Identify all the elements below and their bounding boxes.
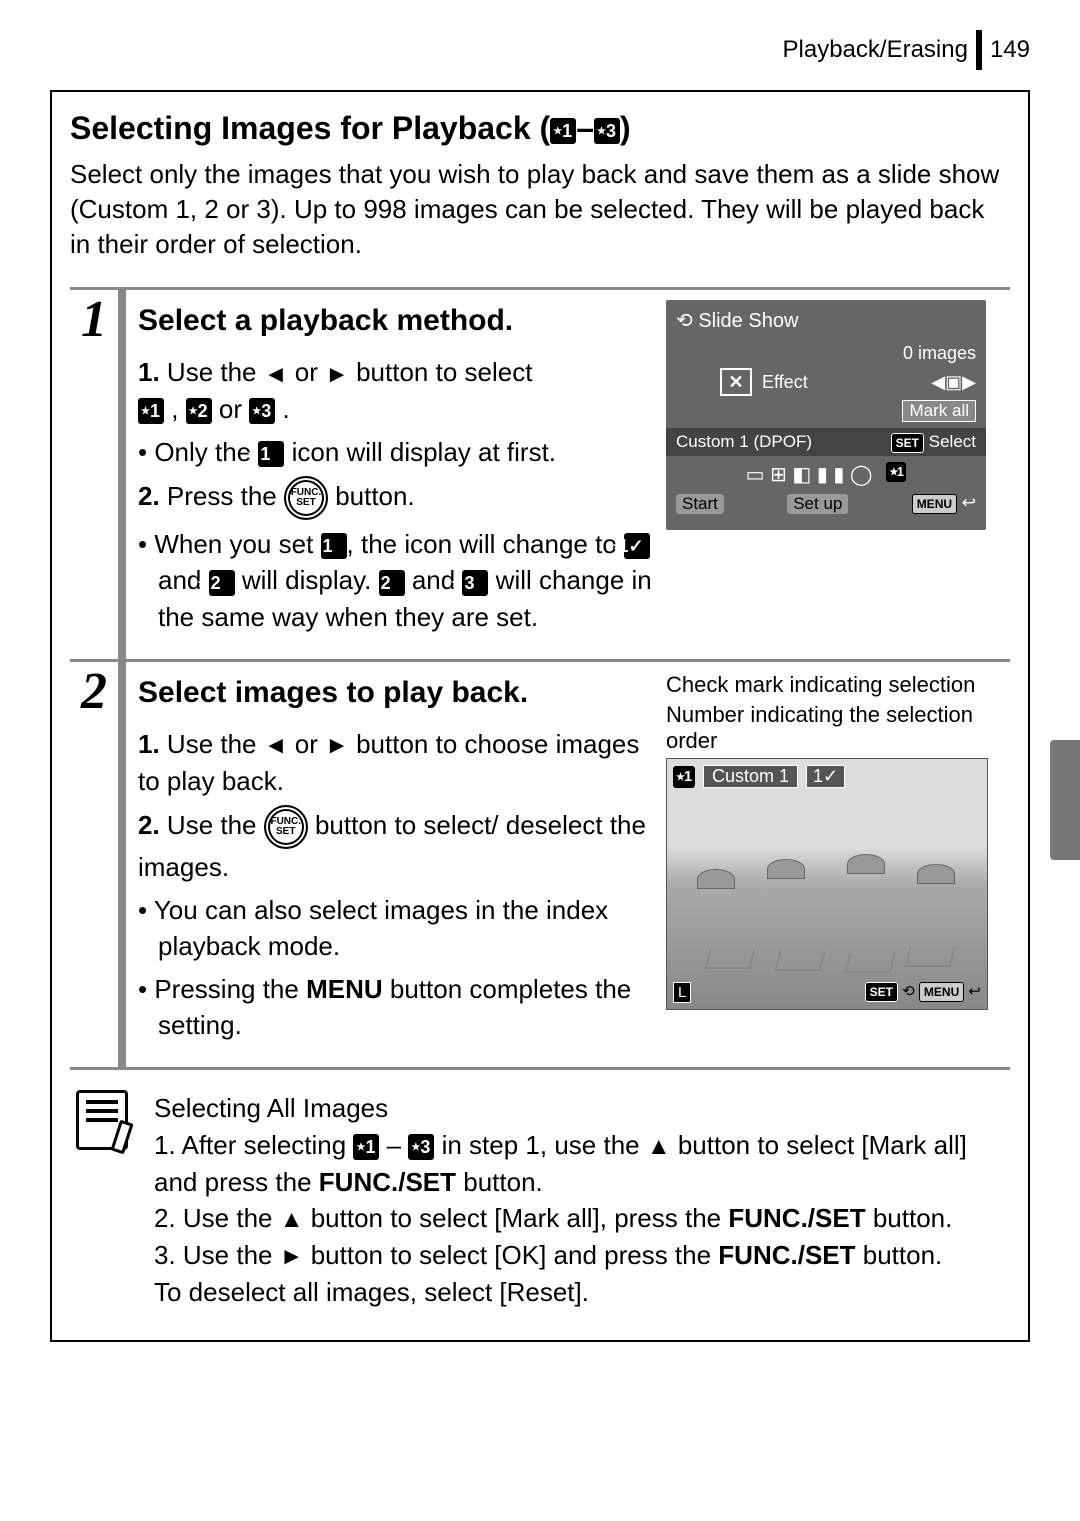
star3-icon: 3 (594, 118, 620, 144)
star1-icon: 1 (258, 441, 284, 467)
step-2: 2 Select images to play back. 1. Use the… (70, 659, 1010, 1067)
page: Playback/Erasing 149 Selecting Images fo… (0, 0, 1080, 1392)
step2-illustration: Check mark indicating selection Number i… (666, 672, 1006, 1049)
star1-icon: 1 (886, 462, 906, 482)
step2-bullet2: • Pressing the MENU button completes the… (138, 971, 656, 1044)
setup-button: Set up (787, 494, 848, 514)
content-box: Selecting Images for Playback (1–3) Sele… (50, 90, 1030, 1342)
step-1-text: Select a playback method. 1. Use the ◄ o… (138, 300, 656, 641)
screen-title: Slide Show (698, 310, 798, 332)
section-label: Playback/Erasing (783, 36, 968, 64)
menu-badge: MENU (912, 494, 957, 514)
step1-bullet2: • When you set 1, the icon will change t… (138, 526, 656, 635)
step1-bullet1: • Only the 1 icon will display at first. (138, 434, 656, 470)
set-badge: SET (891, 433, 924, 453)
mark-all-button: Mark all (902, 400, 976, 422)
star1-icon: 1 (353, 1134, 379, 1160)
note-icon (70, 1090, 136, 1310)
page-number: 149 (990, 36, 1030, 64)
photo-preview: 1 Custom 1 1✓ L (666, 758, 988, 1010)
left-arrow-icon: ◄ (264, 729, 288, 763)
header-separator (976, 30, 982, 70)
caption-checkmark: Check mark indicating selection (666, 672, 1006, 698)
effect-label: Effect (762, 372, 808, 393)
star1-icon: 1 (550, 118, 576, 144)
caption-order: Number indicating the selection order (666, 702, 1006, 754)
side-tab (1050, 740, 1080, 860)
left-arrow-icon: ◄ (264, 358, 288, 392)
star3-icon: 3 (408, 1134, 434, 1160)
select-label: Select (929, 432, 976, 451)
title-dash: – (576, 110, 594, 146)
note-l3: 3. Use the ► button to select [OK] and p… (154, 1237, 1010, 1274)
intro-text: Select only the images that you wish to … (70, 157, 1010, 262)
right-arrow-icon: ► (325, 358, 349, 392)
order-badge: 1✓ (806, 765, 845, 788)
note-title: Selecting All Images (154, 1090, 1010, 1126)
menu-badge: MENU (919, 982, 964, 1002)
step-1-number: 1 (70, 290, 126, 659)
star1-icon: 1 (673, 766, 695, 788)
step-1-heading: Select a playback method. (138, 300, 656, 342)
right-arrow-icon: ► (280, 1240, 304, 1274)
step-2-heading: Select images to play back. (138, 672, 656, 714)
step2-bullet1: • You can also select images in the inde… (138, 892, 656, 965)
custom-label: Custom 1 (DPOF) (676, 432, 812, 452)
up-arrow-icon: ▲ (647, 1130, 671, 1164)
main-title: Selecting Images for Playback (1–3) (70, 110, 1010, 147)
resolution-badge: L (673, 982, 691, 1003)
cycle-icon: ⟲ (676, 310, 693, 332)
x-box-icon: ✕ (720, 368, 752, 396)
star2-icon: 2 (209, 570, 235, 596)
step-1: 1 Select a playback method. 1. Use the ◄… (70, 287, 1010, 659)
custom-label: Custom 1 (703, 765, 798, 788)
func-set-icon: FUNC.SET (264, 805, 308, 849)
up-arrow-icon: ▲ (280, 1203, 304, 1237)
step-2-number: 2 (70, 662, 126, 1067)
note-box: Selecting All Images 1. After selecting … (70, 1067, 1010, 1310)
slide-show-screen: ⟲ Slide Show 0 images ✕ Effect ◀▣▶ Mark … (666, 300, 986, 530)
note-l4: To deselect all images, select [Reset]. (154, 1274, 1010, 1310)
title-text: Selecting Images for Playback ( (70, 110, 550, 146)
step-2-text: Select images to play back. 1. Use the ◄… (138, 672, 656, 1049)
note-l2: 2. Use the ▲ button to select [Mark all]… (154, 1200, 1010, 1237)
right-arrow-icon: ► (325, 729, 349, 763)
star1-icon: 1 (321, 533, 347, 559)
star2-icon: 2 (379, 570, 405, 596)
func-set-icon: FUNC.SET (284, 476, 328, 520)
icon-strip: ▭ ⊞ ◧ ▮ ▮ ◯ 1 (676, 462, 976, 487)
step2-line2: 2. Use the FUNC.SET button to select/ de… (138, 805, 656, 885)
note-text: Selecting All Images 1. After selecting … (136, 1090, 1010, 1310)
step2-line1: 1. Use the ◄ or ► button to choose image… (138, 726, 656, 799)
star3-icon: 3 (462, 570, 488, 596)
image-count: 0 images (903, 343, 976, 364)
start-button: Start (676, 494, 724, 514)
star3-icon: 3 (249, 398, 275, 424)
star1v-icon: 1✓ (624, 533, 650, 559)
page-header: Playback/Erasing 149 (50, 30, 1030, 70)
star1-icon: 1 (138, 398, 164, 424)
step1-line2: 2. Press the FUNC.SET button. (138, 476, 656, 520)
title-close: ) (620, 110, 631, 146)
set-badge: SET (865, 982, 898, 1002)
star2-icon: 2 (186, 398, 212, 424)
note-l1: 1. After selecting 1 – 3 in step 1, use … (154, 1127, 1010, 1200)
step1-line1: 1. Use the ◄ or ► button to select 1 , 2… (138, 354, 656, 427)
step1-illustration: ⟲ Slide Show 0 images ✕ Effect ◀▣▶ Mark … (666, 300, 1006, 641)
